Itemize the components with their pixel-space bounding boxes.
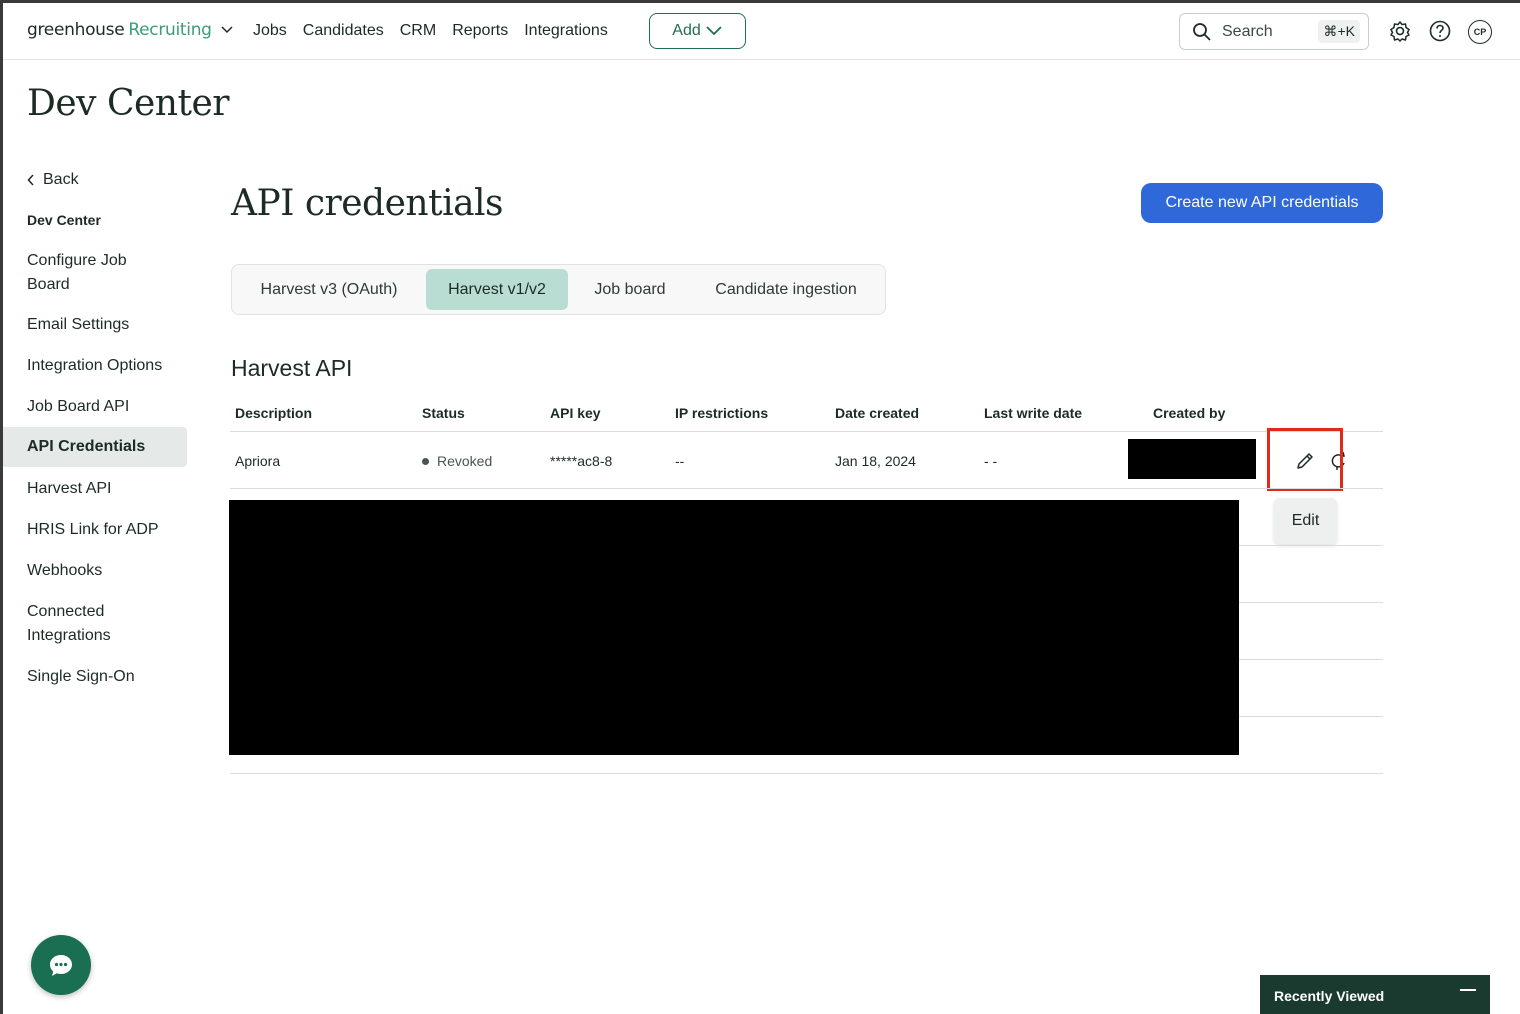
sidebar-item-integration-options[interactable]: Integration Options: [3, 354, 187, 378]
column-header-api-key: API key: [550, 405, 601, 421]
row-date-created: Jan 18, 2024: [835, 453, 916, 469]
logo-text: greenhouse: [27, 20, 125, 40]
row-description: Apriora: [235, 453, 281, 469]
edit-highlight-box: [1267, 428, 1343, 491]
add-label: Add: [672, 22, 701, 39]
nav-reports[interactable]: Reports: [452, 22, 508, 40]
column-header-created-by: Created by: [1153, 405, 1226, 421]
row-last-write-date: - -: [984, 453, 998, 469]
column-header-description: Description: [235, 405, 313, 421]
search-input[interactable]: Search ⌘+K: [1179, 13, 1369, 50]
chevron-left-icon: [27, 174, 34, 186]
product-name: Recruiting: [128, 20, 212, 40]
redacted-created-by: [1128, 439, 1256, 479]
credential-type-tabs: Harvest v3 (OAuth) Harvest v1/v2 Job boa…: [231, 264, 886, 315]
top-navigation: greenhouse Recruiting Jobs Candidates CR…: [3, 3, 1520, 60]
back-label: Back: [43, 171, 79, 188]
sidebar-item-single-sign-on[interactable]: Single Sign-On: [3, 665, 187, 689]
tab-job-board[interactable]: Job board: [580, 269, 680, 310]
column-header-ip-restrictions: IP restrictions: [675, 405, 769, 421]
tab-candidate-ingestion[interactable]: Candidate ingestion: [698, 269, 874, 310]
minimize-icon[interactable]: [1460, 989, 1476, 991]
row-api-key: *****ac8-8: [550, 453, 613, 469]
chat-launcher-button[interactable]: [31, 935, 91, 995]
add-button[interactable]: Add: [649, 13, 746, 49]
chevron-down-icon: [221, 26, 233, 34]
search-icon: [1193, 22, 1211, 41]
status-badge: Revoked: [437, 453, 493, 469]
product-switcher[interactable]: greenhouse Recruiting: [27, 20, 234, 40]
search-placeholder: Search: [1222, 22, 1273, 40]
sidebar-item-job-board-api[interactable]: Job Board API: [3, 395, 187, 419]
app-window: greenhouse Recruiting Jobs Candidates CR…: [3, 3, 1520, 1014]
table-divider: [230, 431, 1383, 432]
nav-candidates[interactable]: Candidates: [303, 22, 384, 40]
row-divider: [230, 773, 1383, 774]
chevron-down-icon: [706, 26, 722, 36]
sidebar-item-configure-job-board[interactable]: Configure Job Board: [3, 249, 163, 297]
nav-integrations[interactable]: Integrations: [524, 22, 608, 40]
sidebar-item-hris-link-adp[interactable]: HRIS Link for ADP: [3, 518, 187, 542]
create-api-credentials-button[interactable]: Create new API credentials: [1141, 183, 1383, 223]
sidebar-item-harvest-api[interactable]: Harvest API: [3, 477, 187, 501]
row-status: Revoked: [422, 453, 492, 469]
redacted-table-rows: [229, 500, 1239, 755]
page-title: Dev Center: [27, 83, 229, 124]
sidebar-item-webhooks[interactable]: Webhooks: [3, 559, 187, 583]
search-shortcut: ⌘+K: [1318, 20, 1360, 43]
sidebar-heading: Dev Center: [27, 212, 101, 228]
nav-jobs[interactable]: Jobs: [253, 22, 287, 40]
column-header-date-created: Date created: [835, 405, 920, 421]
sidebar-item-email-settings[interactable]: Email Settings: [3, 313, 187, 337]
column-header-last-write-date: Last write date: [984, 405, 1083, 421]
user-avatar[interactable]: CP: [1468, 20, 1492, 44]
harvest-api-title: Harvest API: [231, 355, 353, 381]
back-link[interactable]: Back: [27, 171, 79, 189]
main-nav: Jobs Candidates CRM Reports Integrations: [253, 22, 624, 40]
row-ip-restrictions: --: [675, 453, 685, 469]
tab-harvest-v3[interactable]: Harvest v3 (OAuth): [244, 269, 414, 310]
help-icon[interactable]: [1428, 19, 1452, 43]
status-dot-icon: [422, 457, 429, 465]
row-divider: [230, 488, 1383, 489]
tab-harvest-v1-v2[interactable]: Harvest v1/v2: [426, 269, 568, 310]
section-heading: API credentials: [231, 183, 504, 224]
sidebar-item-connected-integrations[interactable]: Connected Integrations: [3, 600, 153, 648]
recently-viewed-panel[interactable]: Recently Viewed: [1260, 975, 1490, 1014]
column-header-status: Status: [422, 405, 465, 421]
nav-crm[interactable]: CRM: [400, 22, 436, 40]
edit-tooltip: Edit: [1274, 498, 1337, 544]
sidebar-item-api-credentials[interactable]: API Credentials: [3, 427, 187, 467]
recently-viewed-label: Recently Viewed: [1274, 988, 1385, 1004]
settings-gear-icon[interactable]: [1388, 19, 1412, 43]
chat-bubble-icon: [50, 955, 72, 976]
